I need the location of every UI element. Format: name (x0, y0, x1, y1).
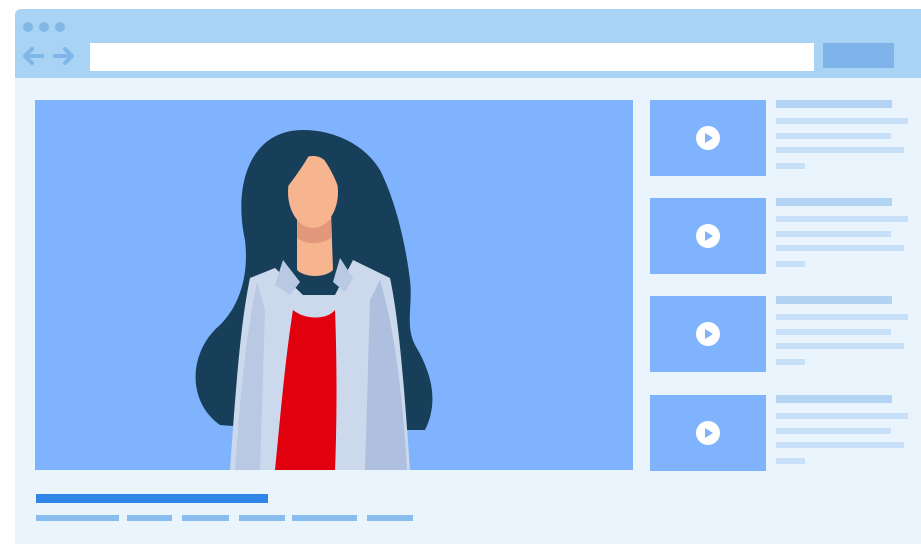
recommendation-text-placeholder (776, 216, 908, 222)
video-meta-placeholder (367, 515, 413, 521)
window-minimize-dot[interactable] (39, 22, 49, 32)
browser-window (15, 9, 921, 544)
recommendation-text-placeholder (776, 118, 908, 124)
recommendation-text-placeholder (776, 359, 805, 365)
recommendation-text-placeholder (776, 314, 908, 320)
recommendation-text-placeholder (776, 163, 805, 169)
go-button[interactable] (823, 43, 894, 68)
recommendation-item[interactable] (650, 296, 910, 372)
woman-illustration (195, 130, 433, 470)
recommendation-text-placeholder (776, 261, 805, 267)
address-bar-input[interactable] (90, 43, 814, 71)
window-close-dot[interactable] (23, 22, 33, 32)
recommendation-thumbnail[interactable] (650, 296, 766, 372)
recommendation-text-placeholder (776, 343, 904, 349)
video-meta-placeholder (239, 515, 285, 521)
recommendation-item[interactable] (650, 198, 910, 274)
video-title-placeholder (36, 494, 268, 503)
recommendation-text-placeholder (776, 329, 891, 335)
recommendation-title-placeholder (776, 395, 892, 403)
recommendation-text-placeholder (776, 442, 904, 448)
recommendation-text-placeholder (776, 147, 904, 153)
recommendation-thumbnail[interactable] (650, 100, 766, 176)
recommendation-text-placeholder (776, 428, 891, 434)
video-meta-placeholder (36, 515, 119, 521)
recommendation-text-placeholder (776, 133, 891, 139)
play-icon[interactable] (696, 322, 720, 346)
recommendation-text-placeholder (776, 231, 891, 237)
recommendation-title-placeholder (776, 198, 892, 206)
play-icon[interactable] (696, 126, 720, 150)
recommendation-thumbnail[interactable] (650, 198, 766, 274)
arrow-left-icon[interactable] (21, 45, 45, 67)
recommendation-thumbnail[interactable] (650, 395, 766, 471)
arrow-right-icon[interactable] (52, 45, 76, 67)
recommendation-text-placeholder (776, 458, 805, 464)
play-icon[interactable] (696, 421, 720, 445)
recommendation-title-placeholder (776, 100, 892, 108)
video-player[interactable] (35, 100, 633, 470)
recommendation-item[interactable] (650, 395, 910, 471)
video-meta-placeholder (182, 515, 229, 521)
video-meta-placeholder (292, 515, 357, 521)
window-maximize-dot[interactable] (55, 22, 65, 32)
browser-titlebar (15, 9, 921, 78)
recommendation-text-placeholder (776, 245, 904, 251)
video-meta-placeholder (127, 515, 172, 521)
recommendation-text-placeholder (776, 413, 908, 419)
recommendation-title-placeholder (776, 296, 892, 304)
recommendation-item[interactable] (650, 100, 910, 176)
play-icon[interactable] (696, 224, 720, 248)
